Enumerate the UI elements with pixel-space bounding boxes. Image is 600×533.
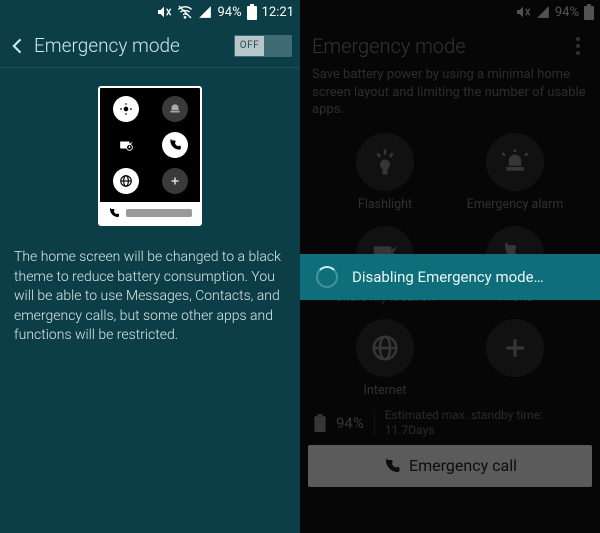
disabling-toast: Disabling Emergency mode… — [300, 254, 600, 300]
battery-icon — [247, 4, 257, 20]
battery-icon — [584, 4, 594, 20]
settings-screen: 94% 12:21 Emergency mode OFF — [0, 0, 300, 533]
add-app[interactable] — [450, 319, 580, 398]
globe-icon — [370, 333, 400, 363]
back-icon[interactable] — [8, 36, 28, 56]
standby-label: Estimated max. standby time: — [385, 408, 543, 424]
battery-pct: 94% — [555, 5, 579, 20]
more-menu-icon[interactable] — [568, 37, 588, 55]
battery-icon — [314, 414, 326, 432]
internet-app[interactable]: Internet — [320, 319, 450, 398]
standby-value: 11.7Days — [385, 423, 543, 439]
plus-icon — [500, 333, 530, 363]
toggle-off-label: OFF — [235, 36, 264, 56]
spinner-icon — [316, 266, 338, 288]
preview-thumbnail — [0, 68, 300, 238]
battery-row: 94% Estimated max. standby time: 11.7Day… — [300, 398, 600, 445]
emergency-alarm-app[interactable]: Emergency alarm — [450, 133, 580, 212]
mute-icon — [515, 4, 531, 20]
emergency-call-label: Emergency call — [409, 456, 517, 475]
battery-pct: 94% — [217, 5, 241, 20]
emergency-home-screen: 94% Emergency mode Save battery power by… — [300, 0, 600, 533]
emergency-mode-toggle[interactable]: OFF — [234, 35, 292, 57]
app-label: Emergency alarm — [467, 197, 564, 212]
mute-icon — [156, 4, 172, 20]
signal-icon — [198, 5, 212, 19]
status-bar: 94% 12:21 — [0, 0, 300, 24]
phone-icon — [383, 457, 401, 475]
description-text: The home screen will be changed to a bla… — [0, 238, 300, 356]
description-text: Save battery power by using a minimal ho… — [300, 62, 600, 129]
page-title: Emergency mode — [312, 34, 568, 58]
preview-call-bar — [100, 202, 200, 224]
preview-internet-icon — [113, 168, 139, 194]
app-label: Internet — [364, 383, 407, 398]
phone-icon — [108, 207, 120, 219]
header: Emergency mode — [300, 24, 600, 62]
flashlight-icon — [370, 147, 400, 177]
title-bar: Emergency mode OFF — [0, 24, 300, 68]
signal-icon — [536, 5, 550, 19]
toast-text: Disabling Emergency mode… — [352, 268, 544, 286]
preview-share-icon — [113, 132, 139, 158]
app-label — [513, 383, 516, 398]
wifi-off-icon — [177, 4, 193, 20]
preview-flashlight-icon — [113, 96, 139, 122]
preview-alarm-icon — [162, 96, 188, 122]
flashlight-app[interactable]: Flashlight — [320, 133, 450, 212]
preview-add-icon — [162, 168, 188, 194]
app-label: Flashlight — [358, 197, 412, 212]
status-bar: 94% — [300, 0, 600, 24]
clock: 12:21 — [262, 5, 294, 20]
emergency-call-button[interactable]: Emergency call — [308, 445, 592, 487]
battery-pct-large: 94% — [336, 414, 364, 432]
alarm-icon — [500, 147, 530, 177]
page-title: Emergency mode — [34, 34, 234, 57]
preview-phone-icon — [162, 132, 188, 158]
